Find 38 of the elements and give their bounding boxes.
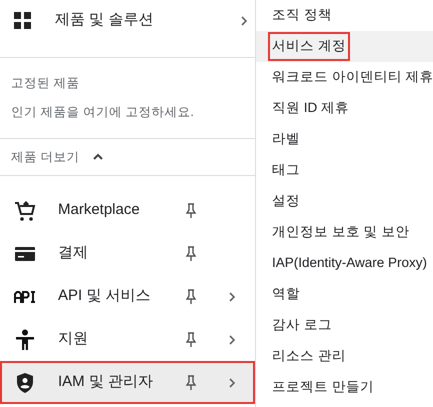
product-menu-item[interactable]: API 및 서비스 — [0, 275, 255, 318]
submenu-item[interactable]: 조직 정책 — [256, 0, 433, 31]
submenu-item[interactable]: 태그 — [256, 155, 433, 186]
pin-icon[interactable] — [185, 288, 197, 304]
product-menu-item[interactable]: IAM 및 관리자 — [0, 361, 255, 404]
submenu-item[interactable]: 역할 — [256, 279, 433, 310]
pin-icon[interactable] — [185, 202, 197, 218]
cart-icon — [14, 200, 36, 222]
pin-icon[interactable] — [185, 332, 197, 348]
more-products-toggle[interactable]: 제품 더보기 — [0, 139, 255, 176]
pinned-products-title: 고정된 제품 — [11, 75, 80, 92]
submenu-item[interactable]: 개인정보 보호 및 보안 — [256, 217, 433, 248]
submenu-item[interactable]: 워크로드 아이덴티티 제휴 — [256, 62, 433, 93]
submenu-item[interactable]: IAP(Identity-Aware Proxy) — [256, 248, 433, 279]
credit-card-icon — [15, 246, 35, 260]
submenu-item[interactable]: 프로젝트 만들기 — [256, 372, 433, 403]
pin-icon[interactable] — [185, 374, 197, 390]
submenu-item[interactable]: 리소스 관리 — [256, 341, 433, 372]
pinned-products-hint: 인기 제품을 여기에 고정하세요. — [11, 104, 195, 121]
submenu-item[interactable]: 직원 ID 제휴 — [256, 93, 433, 124]
chevron-right-icon — [227, 334, 237, 344]
chevron-up-icon — [93, 152, 104, 162]
person-icon — [15, 328, 35, 350]
pin-icon[interactable] — [185, 246, 197, 262]
product-menu-item[interactable]: Marketplace — [0, 189, 255, 232]
submenu-item[interactable]: 라벨 — [256, 124, 433, 155]
submenu-item[interactable]: 감사 로그 — [256, 310, 433, 341]
grid-icon — [14, 12, 31, 29]
shield-icon — [16, 372, 34, 394]
api-icon — [14, 290, 36, 302]
product-menu-item[interactable]: 지원 — [0, 318, 255, 361]
products-solutions-item[interactable]: 제품 및 솔루션 — [0, 0, 255, 58]
submenu-item[interactable]: 설정 — [256, 186, 433, 217]
chevron-right-icon — [227, 292, 237, 302]
chevron-right-icon — [239, 16, 249, 26]
submenu-item[interactable]: 서비스 계정 — [256, 31, 433, 62]
chevron-right-icon — [227, 378, 237, 388]
product-menu-item[interactable]: 결제 — [0, 232, 255, 275]
